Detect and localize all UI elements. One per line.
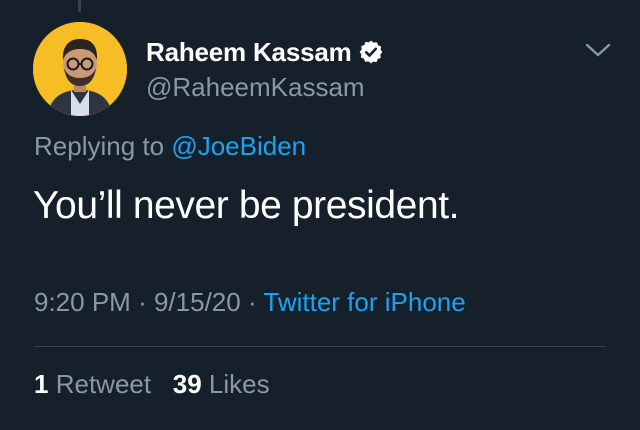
- reply-mention-link[interactable]: @JoeBiden: [171, 131, 306, 161]
- likes-count: 39: [172, 369, 202, 399]
- tweet-stats: 1 Retweet 39 Likes: [34, 369, 270, 400]
- avatar-photo: [33, 22, 127, 116]
- replying-to-line: Replying to @JoeBiden: [34, 131, 306, 162]
- meta-separator: ·: [138, 287, 147, 317]
- retweets-count: 1: [34, 369, 49, 399]
- retweets-label: Retweet: [55, 369, 152, 399]
- thread-connector-line: [78, 0, 81, 12]
- divider: [34, 346, 606, 347]
- retweets-stat[interactable]: 1 Retweet: [34, 369, 151, 399]
- tweet-time: 9:20 PM: [34, 287, 131, 317]
- verified-badge-icon: [358, 39, 384, 65]
- replying-to-label: Replying to: [34, 131, 165, 161]
- tweet-text: You’ll never be president.: [33, 184, 460, 227]
- tweet-date: 9/15/20: [153, 287, 241, 317]
- author-name-row[interactable]: Raheem Kassam: [146, 34, 384, 70]
- meta-separator: ·: [247, 287, 257, 317]
- likes-label: Likes: [208, 369, 270, 399]
- author-handle[interactable]: @RaheemKassam: [146, 72, 365, 103]
- tweet-meta: 9:20 PM · 9/15/20 · Twitter for iPhone: [34, 287, 466, 318]
- chevron-down-icon[interactable]: [584, 38, 612, 62]
- tweet-source-link[interactable]: Twitter for iPhone: [263, 287, 465, 317]
- avatar[interactable]: [33, 22, 127, 116]
- likes-stat[interactable]: 39 Likes: [173, 369, 270, 399]
- author-display-name[interactable]: Raheem Kassam: [146, 37, 352, 68]
